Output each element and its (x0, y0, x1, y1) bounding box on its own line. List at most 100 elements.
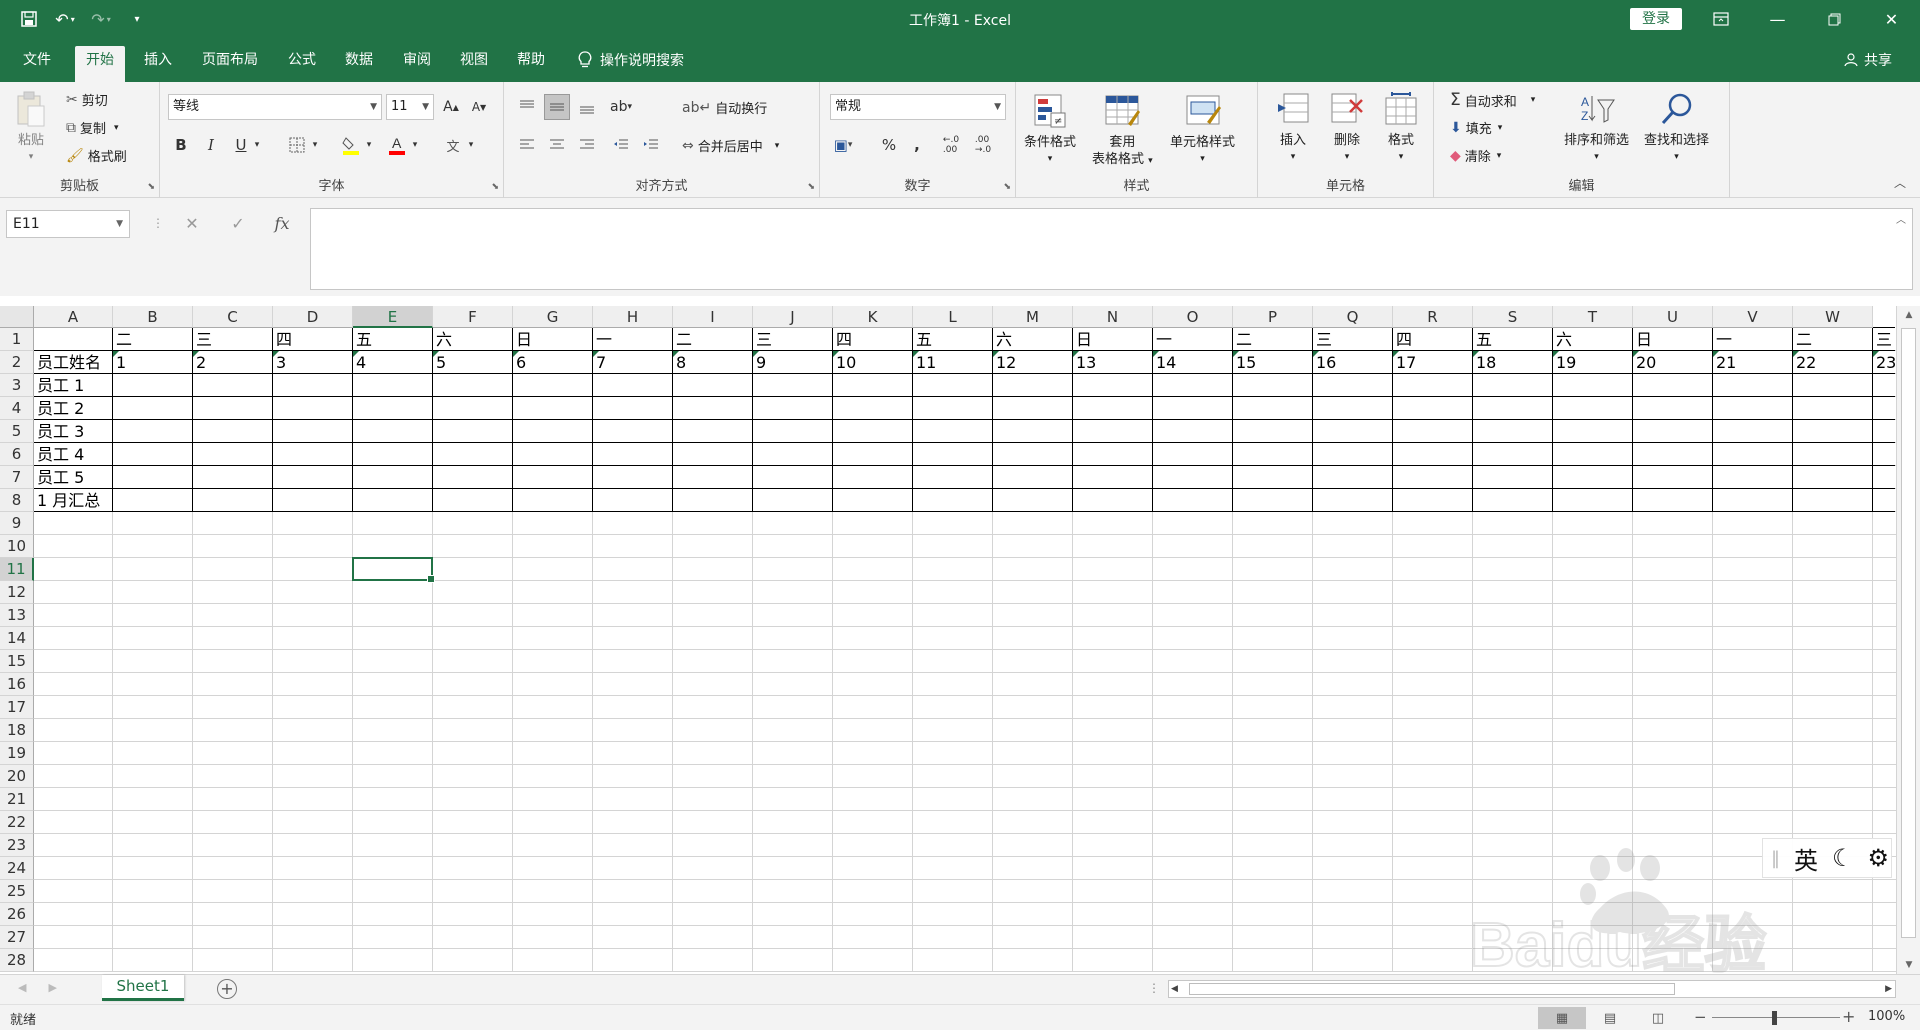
clear-button[interactable]: ◆ 清除 ▾ (1450, 146, 1501, 166)
cut-button[interactable]: ✂ 剪切 (66, 90, 108, 110)
scroll-right-icon[interactable]: ▶ (1885, 981, 1892, 997)
copy-button[interactable]: ⧉ 复制 ▾ (66, 118, 119, 138)
column-header-u[interactable]: U (1633, 306, 1713, 328)
row-header-24[interactable]: 24 (0, 857, 34, 880)
borders-icon[interactable] (284, 132, 310, 158)
grow-font-button[interactable]: A ▲ (438, 94, 464, 120)
percent-button[interactable]: % (876, 132, 902, 158)
borders-dropdown[interactable]: ▾ (308, 132, 322, 158)
cell[interactable]: 员工姓名 (34, 351, 113, 374)
cell[interactable]: 6 (513, 351, 593, 374)
italic-button[interactable]: I (198, 132, 224, 158)
row-header-3[interactable]: 3 (0, 374, 34, 397)
cell-styles-button[interactable]: 单元格样式 ▾ (1170, 92, 1235, 168)
format-as-table-button[interactable]: 套用 表格格式 ▾ (1092, 92, 1153, 170)
row-header-2[interactable]: 2 (0, 351, 34, 374)
font-color-icon[interactable]: A (384, 132, 410, 158)
scroll-left-icon[interactable]: ◀ (1171, 981, 1178, 997)
worksheet-grid[interactable]: A B C D E F G H I J K L M N O P Q R S T U V W 1 2 3 4 5 6 7 8 9 10 11 12 13… (0, 306, 1920, 1003)
login-button[interactable]: 登录 (1630, 8, 1682, 30)
row-header-13[interactable]: 13 (0, 604, 34, 627)
next-sheet-icon[interactable]: ▶ (48, 981, 56, 994)
row-header-23[interactable]: 23 (0, 834, 34, 857)
row-header-10[interactable]: 10 (0, 535, 34, 558)
tab-view[interactable]: 视图 (449, 46, 499, 82)
row-header-1[interactable]: 1 (0, 328, 34, 351)
row-header-20[interactable]: 20 (0, 765, 34, 788)
fill-color-dropdown[interactable]: ▾ (362, 132, 376, 158)
align-bottom-icon[interactable] (574, 94, 600, 120)
increase-indent-icon[interactable] (638, 132, 664, 158)
cell[interactable]: 五 (1473, 328, 1553, 351)
cell[interactable]: 日 (1633, 328, 1713, 351)
decrease-decimal-icon[interactable]: .00 →.0 (970, 132, 996, 158)
row-header-17[interactable]: 17 (0, 696, 34, 719)
row-header-11[interactable]: 11 (0, 558, 34, 581)
collapse-ribbon-icon[interactable]: ︿ (1894, 174, 1906, 191)
share-button[interactable]: 共享 (1844, 46, 1892, 74)
tab-file[interactable]: 文件 (12, 46, 62, 82)
zoom-slider-handle[interactable] (1772, 1011, 1777, 1025)
column-header-p[interactable]: P (1233, 306, 1313, 328)
cell[interactable]: 五 (913, 328, 993, 351)
row-header-9[interactable]: 9 (0, 512, 34, 535)
decrease-indent-icon[interactable] (608, 132, 634, 158)
cell[interactable]: 日 (513, 328, 593, 351)
fill-color-icon[interactable] (338, 132, 364, 158)
cell[interactable]: 员工 1 (34, 374, 113, 397)
cell[interactable]: 1 (113, 351, 193, 374)
column-header-g[interactable]: G (513, 306, 593, 328)
cell[interactable]: 员工 3 (34, 420, 113, 443)
cell[interactable]: 10 (833, 351, 913, 374)
tell-me-search[interactable]: 操作说明搜索 (578, 46, 684, 74)
row-header-22[interactable]: 22 (0, 811, 34, 834)
column-header-s[interactable]: S (1473, 306, 1553, 328)
dialog-launcher-icon[interactable]: ⬊ (147, 182, 155, 192)
gear-icon[interactable]: ⚙ (1868, 844, 1890, 872)
column-header-n[interactable]: N (1073, 306, 1153, 328)
cell[interactable]: 员工 5 (34, 466, 113, 489)
cell[interactable]: 二 (673, 328, 753, 351)
cell[interactable]: 2 (193, 351, 273, 374)
active-cell-selection[interactable] (352, 557, 435, 583)
cell[interactable]: 14 (1153, 351, 1233, 374)
find-select-button[interactable]: 查找和选择 ▾ (1644, 90, 1709, 166)
font-name-select[interactable]: 等线 ▼ (168, 94, 382, 120)
column-header-b[interactable]: B (113, 306, 193, 328)
row-header-6[interactable]: 6 (0, 443, 34, 466)
font-color-dropdown[interactable]: ▾ (408, 132, 422, 158)
row-header-14[interactable]: 14 (0, 627, 34, 650)
dialog-launcher-icon[interactable]: ⬊ (807, 182, 815, 192)
row-header-15[interactable]: 15 (0, 650, 34, 673)
expand-formula-icon[interactable]: ︿ (1896, 211, 1906, 226)
sort-filter-button[interactable]: AZ 排序和筛选 ▾ (1564, 90, 1629, 166)
zoom-level[interactable]: 100% (1868, 1009, 1905, 1024)
paste-button[interactable]: 粘贴 ▾ (12, 90, 50, 166)
cell[interactable]: 六 (1553, 328, 1633, 351)
select-all-corner[interactable] (0, 306, 34, 328)
row-header-5[interactable]: 5 (0, 420, 34, 443)
cell[interactable]: 8 (673, 351, 753, 374)
dialog-launcher-icon[interactable]: ⬊ (491, 182, 499, 192)
fill-button[interactable]: ⬇ 填充 ▾ (1450, 118, 1502, 138)
cell[interactable]: 19 (1553, 351, 1633, 374)
tab-review[interactable]: 审阅 (392, 46, 442, 82)
tab-page-layout[interactable]: 页面布局 (191, 46, 269, 82)
cell[interactable]: 一 (1153, 328, 1233, 351)
cell[interactable]: 三 (193, 328, 273, 351)
cell[interactable]: 17 (1393, 351, 1473, 374)
column-header-i[interactable]: I (673, 306, 753, 328)
align-left-icon[interactable] (514, 132, 540, 158)
cell[interactable]: 15 (1233, 351, 1313, 374)
formula-input[interactable]: ︿ (310, 208, 1913, 290)
row-header-16[interactable]: 16 (0, 673, 34, 696)
column-header-h[interactable]: H (593, 306, 673, 328)
column-header-d[interactable]: D (273, 306, 353, 328)
cell[interactable]: 一 (593, 328, 673, 351)
row-header-8[interactable]: 8 (0, 489, 34, 512)
cell[interactable]: 四 (833, 328, 913, 351)
bold-button[interactable]: B (168, 132, 194, 158)
column-header-m[interactable]: M (993, 306, 1073, 328)
cell[interactable]: 1 月汇总 (34, 489, 113, 512)
column-header-r[interactable]: R (1393, 306, 1473, 328)
